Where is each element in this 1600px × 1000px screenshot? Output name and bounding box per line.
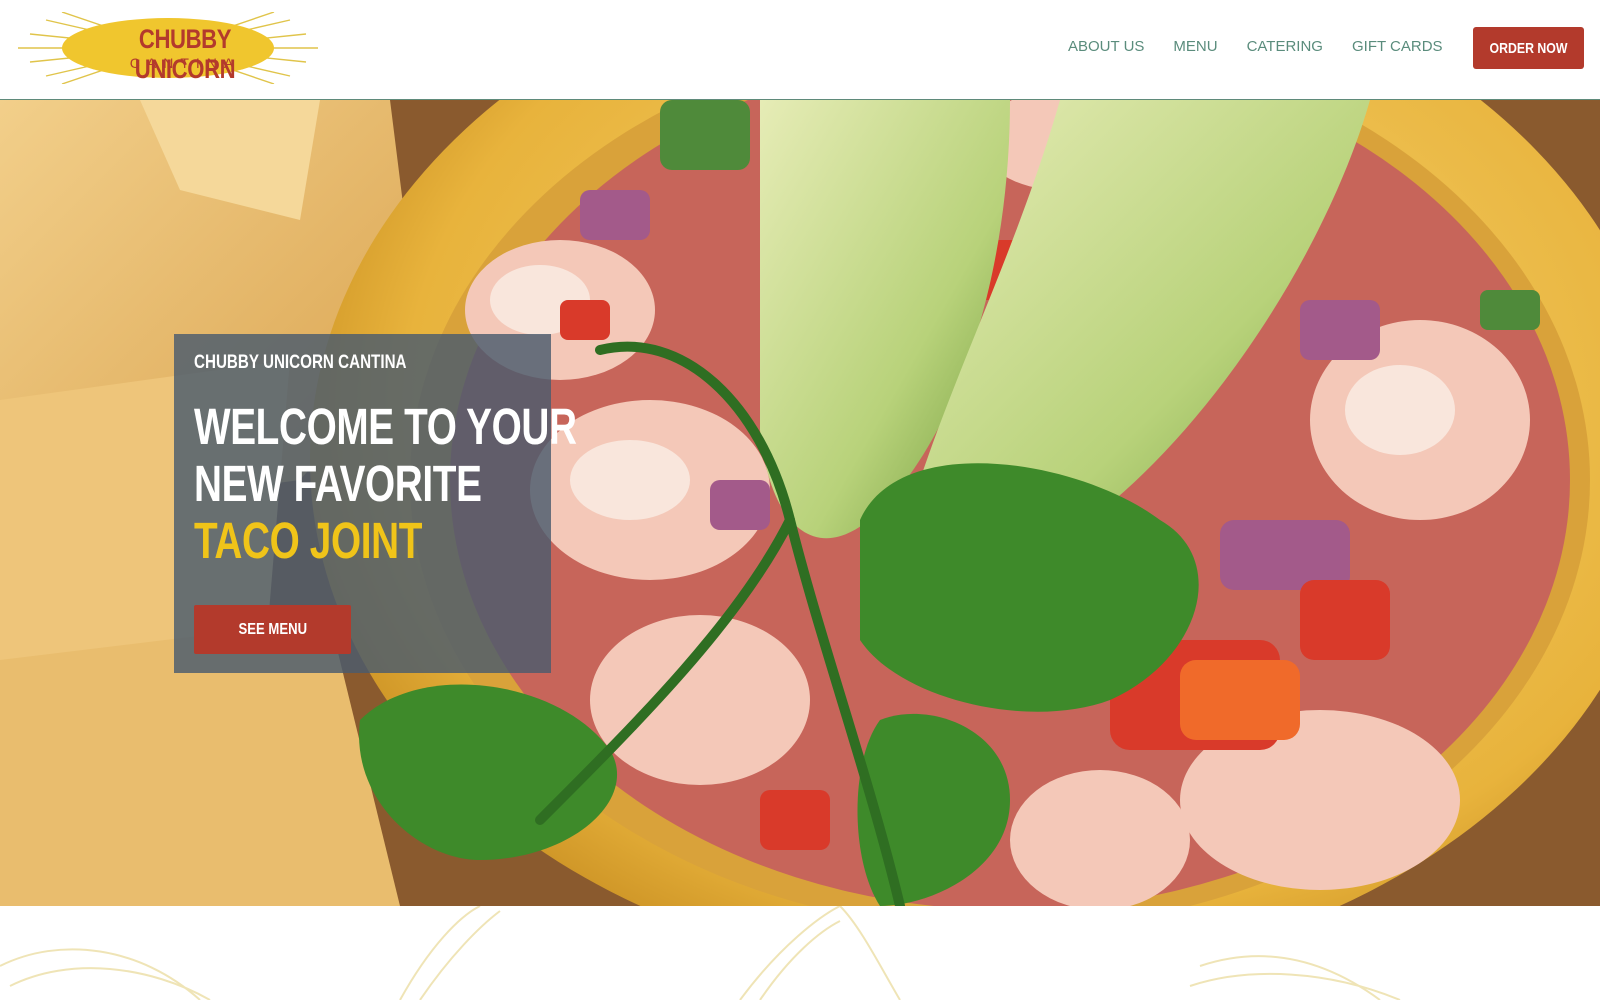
logo-name: CHUBBY UNICORN [134,24,236,84]
site-header: CHUBBY UNICORN CANTINA ABOUT US MENU CAT… [0,0,1600,100]
hero-eyebrow: CHUBBY UNICORN CANTINA [194,352,407,373]
order-now-label: ORDER NOW [1489,39,1568,57]
hero-title-line1: WELCOME TO YOUR [194,398,577,455]
nav-about-us[interactable]: ABOUT US [1068,38,1144,55]
order-now-button[interactable]: ORDER NOW [1473,27,1584,69]
hero-section: CHUBBY UNICORN CANTINA WELCOME TO YOUR N… [0,100,1600,906]
hero-title-line3: TACO JOINT [194,512,423,569]
logo-subname: CANTINA [129,55,241,71]
nav-menu[interactable]: MENU [1173,38,1217,55]
brand-logo[interactable]: CHUBBY UNICORN CANTINA [18,12,318,84]
decorative-strip [0,906,1600,1000]
corn-husk-decoration-icon [0,906,1401,1000]
see-menu-button[interactable]: SEE MENU [194,605,351,654]
hero-title: WELCOME TO YOUR NEW FAVORITE TACO JOINT [194,398,577,569]
nav-catering[interactable]: CATERING [1247,38,1323,55]
main-nav: ABOUT US MENU CATERING GIFT CARDS [1068,38,1443,55]
hero-title-line2: NEW FAVORITE [194,455,482,512]
nav-gift-cards[interactable]: GIFT CARDS [1352,38,1443,55]
hero-card: CHUBBY UNICORN CANTINA WELCOME TO YOUR N… [174,334,577,673]
see-menu-label: SEE MENU [238,620,307,638]
